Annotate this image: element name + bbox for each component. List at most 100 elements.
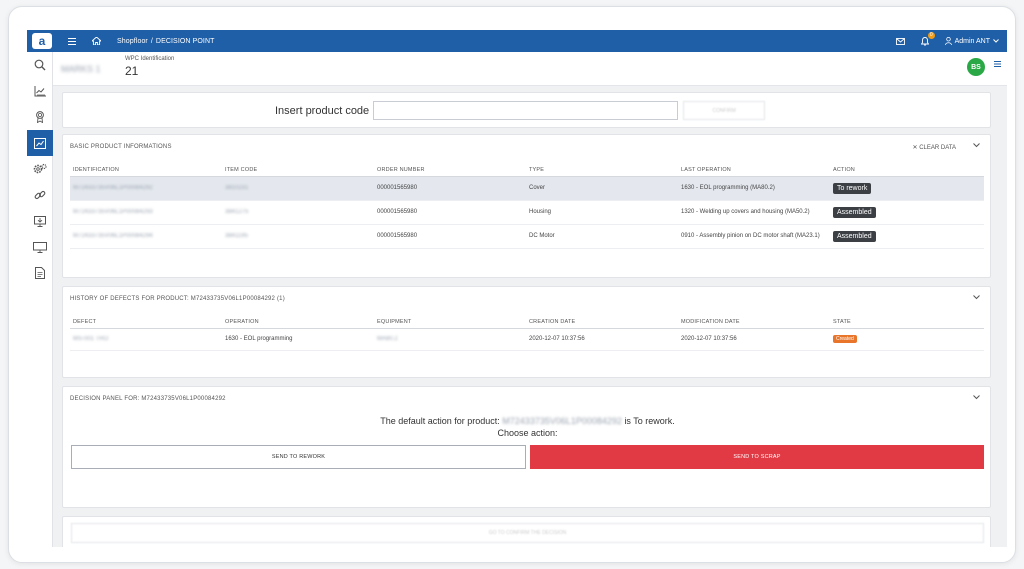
order-number-cell: 000001565980: [374, 200, 526, 225]
order-number-cell: 000001565980: [374, 176, 526, 201]
confirm-decision-card: GO TO CONFIRM THE DECISION: [62, 516, 991, 547]
default-action-text: The default action for product: M7243373…: [63, 416, 992, 426]
default-action-suffix: is To rework.: [624, 416, 675, 426]
action-cell: Assembled: [830, 200, 984, 225]
product-code-input[interactable]: [373, 101, 679, 120]
default-action-prefix: The default action for product:: [380, 416, 500, 426]
defect-history-card: HISTORY OF DEFECTS FOR PRODUCT: M7243373…: [62, 286, 991, 378]
top-bar-right: 0 Admin ANT: [895, 30, 999, 52]
column-header: OPERATION: [222, 317, 374, 329]
sidebar-item-monitor-download[interactable]: [27, 208, 53, 234]
options-menu-icon[interactable]: [994, 61, 1001, 67]
monitor-icon: [33, 241, 47, 253]
identification-cell: M72433735V06L1P00084294: [70, 224, 222, 249]
search-icon: [34, 59, 46, 71]
user-menu[interactable]: Admin ANT: [944, 37, 999, 45]
sidebar-item-monitor[interactable]: [27, 234, 53, 260]
app-logo[interactable]: a: [32, 33, 52, 49]
wpc-identification-value: 21: [125, 64, 139, 78]
station-name: MARKS 1: [61, 64, 101, 74]
column-header: CREATION DATE: [526, 317, 678, 329]
notifications-bell-icon[interactable]: 0: [920, 31, 935, 46]
breadcrumb-shopfloor[interactable]: Shopfloor: [117, 38, 148, 45]
user-icon: [944, 37, 952, 45]
decision-point-icon: [34, 137, 46, 149]
sidebar-item-settings[interactable]: [27, 156, 53, 182]
sidebar-item-quality[interactable]: [27, 104, 53, 130]
table-header-row: DEFECT OPERATION EQUIPMENT CREATION DATE…: [70, 317, 984, 329]
sidebar-item-decision-point[interactable]: [27, 130, 53, 156]
insert-product-card: Insert product code CONFIRM: [62, 92, 991, 128]
table-row[interactable]: M72433735V06L1P00084294 3841195 00000156…: [70, 224, 984, 249]
settings-icon: [33, 163, 47, 175]
avatar[interactable]: BS: [967, 58, 985, 76]
defect-cell: MS-001 TRO: [70, 328, 222, 351]
insert-product-row: Insert product code CONFIRM: [275, 101, 766, 120]
column-header: DEFECT: [70, 317, 222, 329]
table-header-row: IDENTIFICATION ITEM CODE ORDER NUMBER TY…: [70, 165, 984, 177]
top-bar: a Shopfloor / Decision Point 0: [27, 30, 1007, 52]
last-operation-cell: 0910 - Assembly pinion on DC motor shaft…: [678, 224, 830, 249]
home-icon[interactable]: [92, 37, 101, 45]
identification-cell: M72433735V06L1P00084292: [70, 176, 222, 201]
table-row[interactable]: M72433735V06L1P00084292 3810231 00000156…: [70, 176, 984, 201]
type-cell: DC Motor: [526, 224, 678, 249]
collapse-chevron-icon[interactable]: [973, 295, 980, 300]
creation-date-cell: 2020-12-07 10:37:56: [526, 328, 678, 351]
mail-icon[interactable]: [895, 37, 905, 45]
document-icon: [35, 267, 45, 279]
window-frame: a Shopfloor / Decision Point 0: [8, 6, 1016, 563]
confirm-decision-button[interactable]: GO TO CONFIRM THE DECISION: [71, 523, 984, 543]
identification-cell: M72433735V06L1P00084293: [70, 200, 222, 225]
order-number-cell: 000001565980: [374, 224, 526, 249]
item-code-cell: 3841275: [222, 200, 374, 225]
action-cell: To rework: [830, 176, 984, 201]
app: a Shopfloor / Decision Point 0: [27, 30, 1007, 547]
table-row[interactable]: M72433735V06L1P00084293 3841275 00000156…: [70, 200, 984, 225]
clear-data-label: CLEAR DATA: [919, 145, 956, 151]
defect-history-table: DEFECT OPERATION EQUIPMENT CREATION DATE…: [70, 317, 984, 351]
user-name: Admin ANT: [954, 37, 990, 45]
collapse-chevron-icon[interactable]: [973, 143, 980, 148]
confirm-button[interactable]: CONFIRM: [683, 101, 766, 120]
wpc-identification-label: WPC Identification: [125, 56, 175, 62]
column-header: MODIFICATION DATE: [678, 317, 830, 329]
action-badge: Assembled: [833, 230, 876, 242]
type-cell: Cover: [526, 176, 678, 201]
defect-history-title: HISTORY OF DEFECTS FOR PRODUCT: M7243373…: [70, 296, 285, 302]
clear-data-button[interactable]: ✕ CLEAR DATA: [913, 144, 957, 151]
column-header: LAST OPERATION: [678, 165, 830, 177]
choose-action-text: Choose action:: [497, 428, 558, 438]
send-to-scrap-button[interactable]: SEND TO SCRAP: [530, 445, 984, 469]
column-header: ORDER NUMBER: [374, 165, 526, 177]
breadcrumb: Shopfloor / Decision Point: [117, 38, 215, 45]
breadcrumb-separator: /: [150, 37, 153, 45]
column-header: EQUIPMENT: [374, 317, 526, 329]
sidebar-item-statistics[interactable]: [27, 78, 53, 104]
insert-product-label: Insert product code: [275, 104, 370, 117]
hamburger-icon[interactable]: [68, 37, 76, 45]
state-cell: Created: [830, 328, 984, 351]
sidebar-item-documents[interactable]: [27, 260, 53, 286]
table-row[interactable]: MS-001 TRO 1630 - EOL programming MA80.2…: [70, 328, 984, 351]
item-code-cell: 3810231: [222, 176, 374, 201]
basic-product-info-title: BASIC PRODUCT INFORMATIONS: [70, 144, 172, 150]
close-icon: ✕: [912, 145, 918, 151]
type-cell: Housing: [526, 200, 678, 225]
sidebar-item-links[interactable]: [27, 182, 53, 208]
last-operation-cell: 1630 - EOL programming (MA80.2): [678, 176, 830, 201]
sidebar: [27, 52, 53, 547]
default-action-product: M72433735V06L1P00084292: [502, 416, 622, 426]
basic-product-table: IDENTIFICATION ITEM CODE ORDER NUMBER TY…: [70, 165, 984, 249]
monitor-download-icon: [34, 215, 46, 227]
send-to-rework-button[interactable]: SEND TO REWORK: [71, 445, 526, 469]
operation-cell: 1630 - EOL programming: [222, 328, 374, 351]
column-header: STATE: [830, 317, 984, 329]
modification-date-cell: 2020-12-07 10:37:56: [678, 328, 830, 351]
collapse-chevron-icon[interactable]: [973, 395, 980, 400]
action-cell: Assembled: [830, 224, 984, 249]
sidebar-item-search[interactable]: [27, 52, 53, 78]
chart-icon: [34, 85, 46, 97]
decision-panel-card: DECISION PANEL FOR: M72433735V06L1P00084…: [62, 386, 991, 508]
equipment-cell: MA80.2: [374, 328, 526, 351]
